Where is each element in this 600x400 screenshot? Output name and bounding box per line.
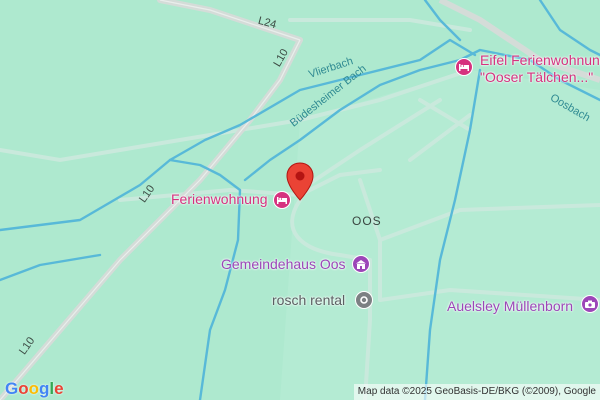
- poi-label-ooser-talchen[interactable]: "Ooser Tälchen...": [480, 69, 593, 85]
- location-pin-icon[interactable]: [286, 162, 314, 202]
- poi-label-auelsley-mullenborn[interactable]: Auelsley Müllenborn: [447, 298, 573, 314]
- locality-label-oos: OOS: [352, 214, 382, 228]
- poi-label-ferienwohnung[interactable]: Ferienwohnung: [171, 191, 268, 207]
- circle-dot-icon[interactable]: [355, 291, 373, 309]
- camera-icon[interactable]: [581, 295, 599, 313]
- google-logo: Google: [5, 379, 64, 398]
- poi-label-rosch-rental[interactable]: rosch rental: [272, 292, 345, 308]
- poi-label-eifel-ferienwohnung[interactable]: Eifel Ferienwohnung: [480, 52, 600, 68]
- building-icon[interactable]: [352, 255, 370, 273]
- map-canvas[interactable]: L24 L10 L10 L10 Vlierbach Büdesheimer Ba…: [0, 0, 600, 400]
- hotel-bed-icon[interactable]: [455, 58, 473, 76]
- poi-label-gemeindehaus-oos[interactable]: Gemeindehaus Oos: [221, 256, 346, 272]
- map-attribution: Map data ©2025 GeoBasis-DE/BKG (©2009), …: [353, 384, 600, 400]
